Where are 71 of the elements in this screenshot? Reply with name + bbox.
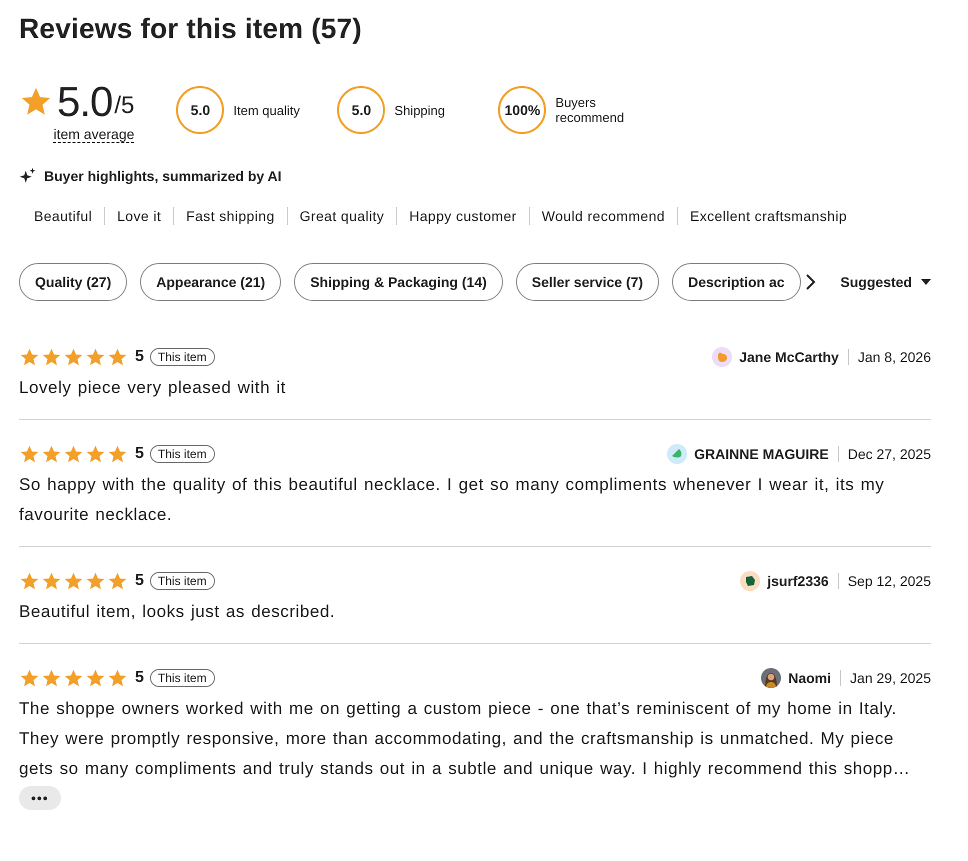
highlight-tag: Love it (105, 208, 174, 224)
metric-score: 100% (498, 86, 546, 134)
highlights-heading: Buyer highlights, summarized by AI (44, 168, 282, 184)
star-icon (107, 668, 128, 688)
item-badge: This item (150, 669, 215, 687)
review-date: Jan 8, 2026 (858, 349, 931, 365)
item-badge: This item (150, 445, 215, 463)
review-text: The shoppe owners worked with me on getting a custom piece - one that’s reminiscent of my home in Italy. They were promptly responsive, more than accommodating, and the craftsmanship is unmatched. My piece gets so many compliments and truly stands out in a subtle and unique way. I highly recommend this shopp… (19, 698, 912, 780)
star-icon (107, 444, 128, 464)
score-scale: /5 (114, 92, 134, 120)
metric-label: Item quality (233, 102, 301, 118)
star-icon (85, 668, 106, 688)
rating-value: 5 (135, 348, 144, 366)
metric-score: 5.0 (337, 86, 386, 134)
star-icon (63, 444, 84, 464)
reviewer-name[interactable]: jsurf2336 (767, 573, 829, 589)
rating-value: 5 (135, 445, 144, 463)
star-icon (41, 668, 62, 688)
reviewer-name[interactable]: GRAINNE MAGUIRE (694, 446, 829, 462)
star-icon (63, 346, 84, 368)
star-icon (41, 570, 62, 592)
more-button[interactable]: ••• (19, 786, 61, 810)
star-icon (19, 570, 40, 592)
metric-score: 5.0 (176, 86, 224, 134)
reviewer-name[interactable]: Jane McCarthy (739, 349, 839, 365)
review-date: Jan 29, 2025 (850, 670, 931, 686)
star-icon (85, 444, 106, 464)
star-icon (41, 444, 62, 464)
caret-down-icon (921, 279, 931, 285)
rating-value: 5 (135, 669, 144, 687)
review-date: Sep 12, 2025 (848, 573, 931, 589)
average-caption[interactable]: item average (53, 126, 134, 142)
filter-chip[interactable]: Seller service (7) (516, 263, 660, 301)
highlight-tag: Would recommend (530, 208, 677, 224)
avatar-icon (712, 347, 732, 367)
star-icon (41, 346, 62, 368)
metric-label: Buyers recommend (555, 95, 626, 125)
star-icon (85, 346, 106, 368)
highlight-tag: Happy customer (397, 208, 529, 224)
sort-dropdown[interactable]: Suggested (840, 274, 931, 290)
filter-chip[interactable]: Quality (27) (19, 263, 128, 301)
filter-chip[interactable]: Shipping & Packaging (14) (294, 263, 503, 301)
average-score: 5.0 (57, 78, 112, 126)
item-badge: This item (150, 348, 215, 366)
star-icon (107, 570, 128, 592)
filter-chip[interactable]: Appearance (21) (140, 263, 282, 301)
star-icon (63, 668, 84, 688)
highlight-tag: Beautiful (22, 208, 104, 224)
chevron-right-icon (804, 273, 818, 291)
highlight-tag: Excellent craftsmanship (678, 208, 860, 224)
star-icon (63, 570, 84, 592)
star-icon (19, 444, 40, 464)
filter-chip[interactable]: Description ac (672, 263, 801, 301)
star-icon (19, 346, 40, 368)
avatar-icon (667, 444, 688, 464)
review-text: Beautiful item, looks just as described. (19, 601, 336, 623)
review-date: Dec 27, 2025 (848, 446, 931, 462)
reviewer-name[interactable]: Naomi (788, 670, 832, 686)
star-icon (19, 668, 40, 688)
section-title: Reviews for this item (57) (19, 12, 363, 46)
sparkle-icon (19, 167, 37, 185)
highlight-tag: Great quality (288, 208, 396, 224)
avatar-icon (740, 571, 760, 591)
review-text: So happy with the quality of this beautiful necklace. I get so many compliments whenever I wear it, its my favourite necklace. (19, 474, 886, 526)
item-badge: This item (150, 572, 215, 590)
rating-value: 5 (135, 572, 144, 590)
metric-label: Shipping (394, 102, 446, 118)
star-icon (107, 346, 128, 368)
review-text: Lovely piece very pleased with it (19, 377, 287, 399)
highlight-tag: Fast shipping (174, 208, 287, 224)
star-icon (85, 570, 106, 592)
